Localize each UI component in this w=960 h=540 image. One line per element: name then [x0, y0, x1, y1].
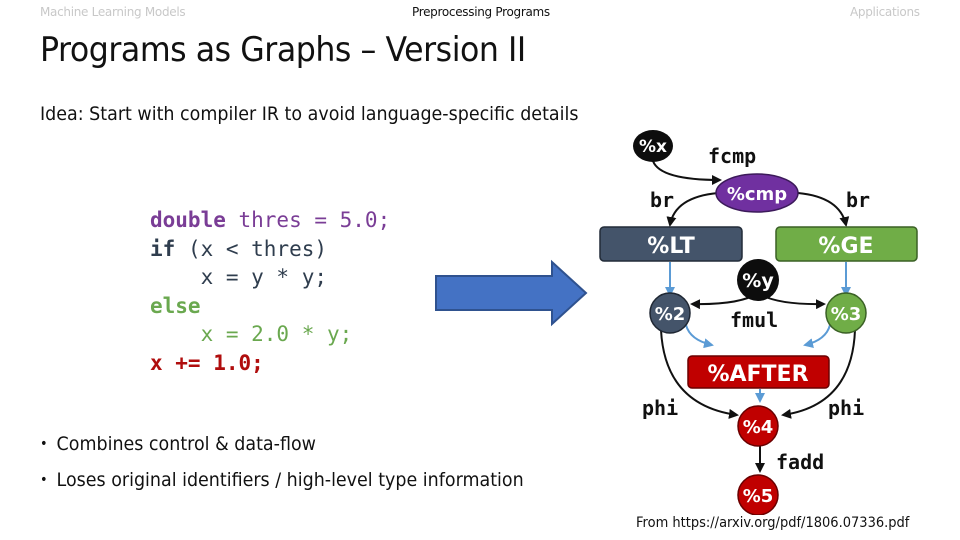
code-token: x += 1.0;	[150, 350, 264, 375]
code-line: double thres = 5.0;	[150, 206, 390, 235]
edge-label-fcmp: fcmp	[708, 144, 756, 168]
code-token: x = y * y;	[150, 265, 328, 289]
edge-label-fmul: fmul	[730, 308, 778, 332]
arrow-shape	[435, 259, 588, 327]
source-citation: From https://arxiv.org/pdf/1806.07336.pd…	[636, 515, 910, 531]
node-cmp: %cmp	[715, 173, 799, 213]
edge-label-fadd: fadd	[776, 450, 824, 474]
slide-title: Programs as Graphs – Version II	[40, 30, 526, 70]
edge-label-br-right: br	[846, 188, 870, 212]
node-lt-label: %LT	[647, 234, 694, 259]
bullet-list: • Combines control & data-flow • Loses ori…	[40, 426, 566, 498]
bullet-dot: •	[40, 472, 48, 488]
edge-label-phi-left: phi	[642, 396, 678, 420]
code-token: double	[150, 208, 226, 232]
nav-applications[interactable]: Applications	[850, 5, 920, 19]
node-y-label: %y	[742, 270, 774, 292]
edge-2-to-after	[685, 324, 714, 349]
edge-cmp-br-left	[666, 192, 719, 227]
code-line: x = y * y;	[150, 263, 390, 292]
code-snippet: double thres = 5.0; if (x < thres) x = y …	[150, 206, 390, 377]
code-token: if	[150, 236, 176, 261]
node-ge-label: %GE	[818, 234, 873, 259]
edge-cmp-br-right	[797, 192, 850, 227]
code-token: thres = 5.0;	[225, 208, 391, 232]
node-4: %4	[737, 405, 779, 447]
edge-label-phi-right: phi	[828, 396, 864, 420]
bullet-text: Loses original identifiers / high-level …	[56, 469, 524, 491]
edge-label-br-left: br	[650, 188, 674, 212]
nav-machine-learning-models[interactable]: Machine Learning Models	[40, 5, 186, 19]
node-cmp-label: %cmp	[727, 184, 787, 205]
node-x-label: %x	[639, 137, 667, 157]
node-3-label: %3	[831, 304, 862, 325]
node-5: %5	[737, 474, 779, 515]
bullet-item: • Loses original identifiers / high-level…	[40, 462, 524, 498]
node-ge: %GE	[775, 226, 918, 262]
code-line: x = 2.0 * y;	[150, 320, 390, 349]
node-2: %2	[649, 292, 691, 334]
code-line: x += 1.0;	[150, 349, 390, 378]
node-4-label: %4	[743, 417, 774, 438]
node-3: %3	[825, 292, 867, 334]
node-5-label: %5	[743, 486, 774, 507]
bullet-dot: •	[40, 436, 48, 452]
code-token: x = 2.0 * y;	[150, 322, 353, 346]
edge-3-to-after	[803, 324, 831, 349]
node-x: %x	[633, 130, 673, 162]
node-lt: %LT	[599, 226, 743, 262]
code-line: else	[150, 292, 390, 321]
node-after-label: %AFTER	[707, 362, 808, 387]
nav-preprocessing-programs[interactable]: Preprocessing Programs	[412, 5, 550, 19]
node-2-label: %2	[655, 304, 686, 325]
right-arrow-icon	[435, 259, 588, 327]
bullet-item: • Combines control & data-flow	[40, 426, 524, 462]
code-token: (x < thres)	[175, 236, 328, 261]
code-token: else	[150, 293, 201, 318]
bullet-text: Combines control & data-flow	[56, 433, 316, 455]
node-y: %y	[737, 259, 779, 301]
node-after: %AFTER	[687, 355, 830, 389]
program-graph: %x %cmp %LT %GE %y %2 %3 %AFTER %4 %5 fc…	[599, 130, 918, 515]
code-line: if (x < thres)	[150, 235, 390, 264]
idea-text: Idea: Start with compiler IR to avoid la…	[40, 103, 579, 125]
